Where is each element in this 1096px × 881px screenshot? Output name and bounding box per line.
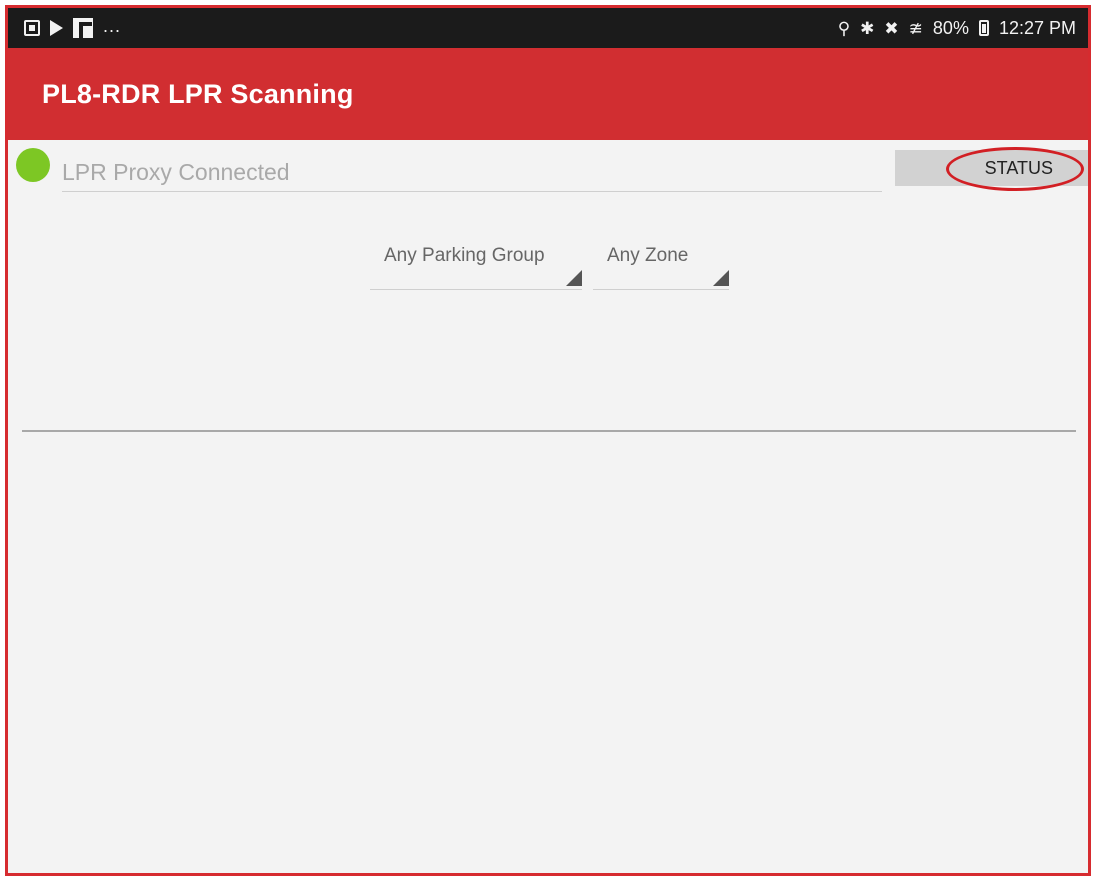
app-title: PL8-RDR LPR Scanning [42,78,354,109]
dropdown-arrow-icon [566,270,582,286]
connection-status-field: LPR Proxy Connected [62,156,882,192]
notification-icons: ... [24,15,122,38]
parking-group-dropdown[interactable]: Any Parking Group [370,238,582,290]
content-divider [22,430,1076,432]
mute-icon: ✖ [884,18,899,38]
connection-status-indicator [16,148,50,182]
battery-percent: 80% [932,17,969,38]
photo-icon [24,20,40,36]
zone-selected: Any Zone [607,245,689,266]
overflow-notifications: ... [103,15,122,36]
wifi-icon: ≇ [908,18,923,38]
status-button[interactable]: STATUS [895,150,1088,186]
bluetooth-icon: ✱ [860,18,875,38]
status-button-label: STATUS [984,157,1053,178]
play-store-icon [50,20,63,36]
app-bar: PL8-RDR LPR Scanning [8,48,1088,140]
parking-group-selected: Any Parking Group [384,245,545,266]
system-status-bar: ... ⚲ ✱ ✖ ≇ 80% 12:27 PM [8,8,1088,48]
clock: 12:27 PM [998,17,1076,38]
location-icon: ⚲ [837,18,851,38]
zone-dropdown[interactable]: Any Zone [593,238,729,290]
battery-icon [978,20,989,36]
app-frame: ... ⚲ ✱ ✖ ≇ 80% 12:27 PM PL8-RDR LPR Sca… [5,5,1091,876]
connection-status-text: LPR Proxy Connected [62,159,290,185]
flipboard-icon [73,18,93,38]
system-icons: ⚲ ✱ ✖ ≇ 80% 12:27 PM [838,18,1076,39]
dropdown-arrow-icon [713,270,729,286]
